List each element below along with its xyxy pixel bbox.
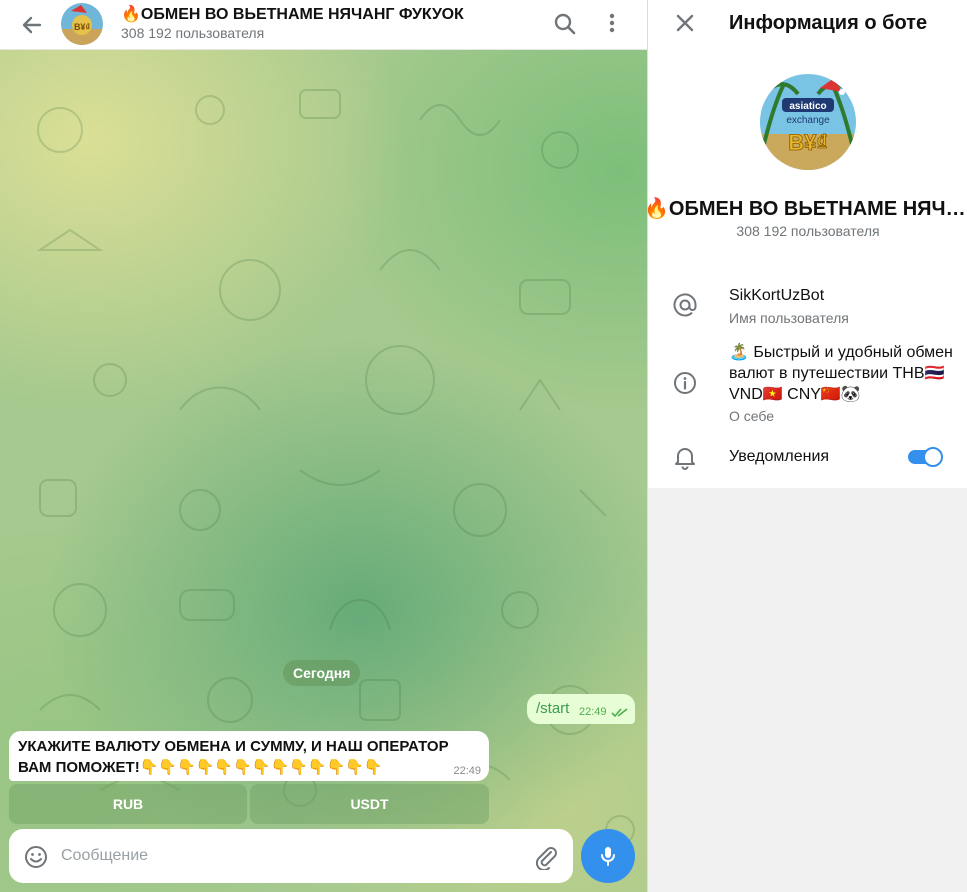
microphone-button[interactable] [581, 829, 635, 883]
emoji-icon[interactable] [23, 844, 49, 870]
message-time: 22:49 [453, 765, 481, 777]
bot-member-count: 308 192 пользователя [736, 223, 880, 239]
paperclip-icon[interactable] [534, 844, 558, 872]
microphone-icon [601, 847, 615, 866]
bot-info-card: Информация о боте asiatico exchange B¥₫ … [644, 0, 967, 488]
avatar-brand-text: asiatico [789, 101, 826, 112]
notifications-toggle[interactable] [908, 447, 943, 467]
chat-member-count: 308 192 пользователя [121, 25, 265, 41]
more-vertical-icon[interactable] [598, 10, 626, 38]
keyboard-button-usdt[interactable]: USDT [250, 784, 489, 824]
bot-name: 🔥ОБМЕН ВО ВЬЕТНАМЕ НЯЧАНГ ФУКУОК [644, 198, 967, 220]
keyboard-button-rub[interactable]: RUB [9, 784, 247, 824]
date-separator: Сегодня [283, 660, 361, 686]
double-check-icon [611, 705, 628, 718]
chat-pane: B¥₫ 🔥ОБМЕН ВО ВЬЕТНАМЕ НЯЧАНГ ФУКУОК 308… [0, 0, 647, 892]
username-label: Имя пользователя [729, 310, 849, 326]
svg-text:B¥₫: B¥₫ [74, 22, 91, 32]
bot-avatar[interactable]: asiatico exchange B¥₫ [760, 74, 856, 170]
close-icon[interactable] [672, 10, 698, 36]
message-text: УКАЖИТЕ ВАЛЮТУ ОБМЕНА И СУММУ, И НАШ ОПЕ… [18, 738, 449, 776]
chat-avatar[interactable]: B¥₫ [61, 3, 103, 45]
bell-icon [672, 444, 698, 470]
back-arrow-icon[interactable] [18, 11, 46, 39]
incoming-message[interactable]: УКАЖИТЕ ВАЛЮТУ ОБМЕНА И СУММУ, И НАШ ОПЕ… [9, 731, 489, 781]
message-time: 22:49 [579, 706, 607, 718]
avatar-currency-symbols: B¥₫ [788, 130, 827, 155]
chat-title: 🔥ОБМЕН ВО ВЬЕТНАМЕ НЯЧАНГ ФУКУОК [121, 6, 464, 23]
avatar-brand-subtext: exchange [786, 115, 830, 126]
panel-title: Информация о боте [729, 12, 928, 34]
bot-info-panel: Информация о боте asiatico exchange B¥₫ … [644, 0, 967, 892]
toggle-knob [923, 447, 943, 467]
outgoing-message[interactable]: /start 22:49 [527, 694, 635, 724]
message-composer [9, 829, 573, 883]
bio-value: 🏝️ Быстрый и удобный обмен валют в путеш… [729, 344, 953, 403]
chat-header: B¥₫ 🔥ОБМЕН ВО ВЬЕТНАМЕ НЯЧАНГ ФУКУОК 308… [0, 0, 647, 50]
notifications-label: Уведомления [729, 448, 830, 465]
message-text: /start [536, 700, 570, 717]
search-icon[interactable] [551, 10, 579, 38]
at-sign-icon [672, 292, 698, 318]
username-value[interactable]: SikKortUzBot [729, 287, 824, 305]
info-icon [672, 370, 698, 396]
message-input[interactable] [61, 841, 521, 871]
bio-label: О себе [729, 408, 775, 424]
